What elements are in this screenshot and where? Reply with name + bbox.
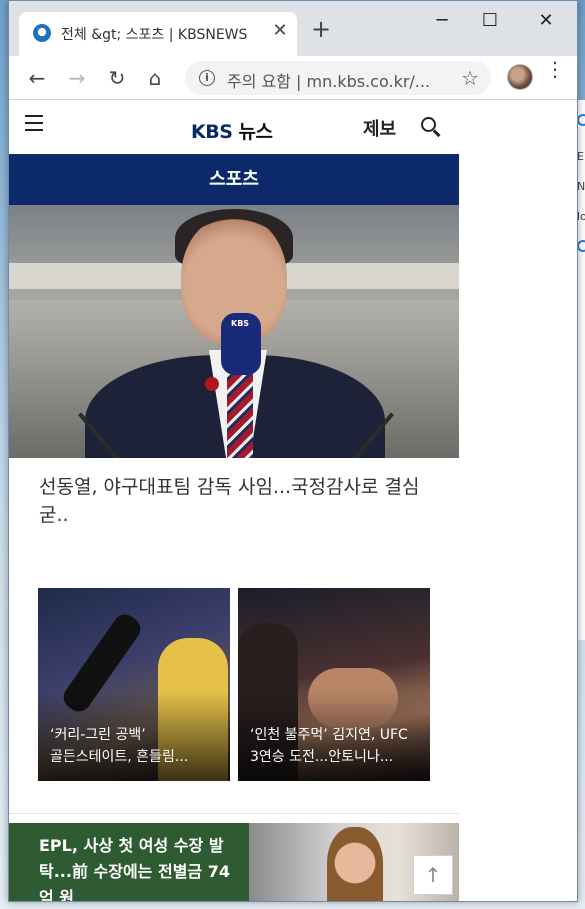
section-divider <box>9 813 459 814</box>
home-button[interactable]: ⌂ <box>141 64 169 92</box>
caption-line: 골든스테이트, 흔들림... <box>50 749 189 765</box>
tab-title: 전체 &gt; 스포츠 | KBSNEWS <box>61 27 248 43</box>
logo-kbs-text: KBS <box>191 121 233 143</box>
background-text: N <box>577 180 585 193</box>
bookmark-star-icon[interactable]: ☆ <box>461 66 479 90</box>
hero-article-image[interactable]: KBS <box>9 205 459 458</box>
logo-news-text: 뉴스 <box>238 121 273 143</box>
background-app-icon <box>577 240 585 252</box>
section-title-bar: 스포츠 <box>9 154 459 205</box>
address-bar[interactable]: i 주의 요함 | mn.kbs.co.kr/... ☆ <box>185 61 491 95</box>
tab-close-icon[interactable]: ✕ <box>269 20 291 41</box>
article-thumbnail[interactable]: ‘인천 불주먹’ 김지연, UFC 3연승 도전...안토니나... <box>238 588 430 781</box>
card-text-panel: EPL, 사상 첫 여성 수장 발탁...前 수장에는 전별금 74억 원 <box>9 823 249 902</box>
background-text: lo <box>577 210 585 223</box>
site-header: KBS 뉴스 제보 <box>9 101 459 154</box>
new-tab-button[interactable]: + <box>311 17 331 41</box>
profile-avatar[interactable] <box>507 64 533 90</box>
browser-titlebar: 전체 &gt; 스포츠 | KBSNEWS ✕ + ─ ☐ ✕ <box>9 1 577 56</box>
site-info-icon[interactable]: i <box>199 70 215 86</box>
minimize-button[interactable]: ─ <box>419 9 465 35</box>
featured-article-card[interactable]: EPL, 사상 첫 여성 수장 발탁...前 수장에는 전별금 74억 원 <box>9 823 459 902</box>
kbs-news-logo[interactable]: KBS 뉴스 <box>191 117 273 144</box>
url-text[interactable]: 주의 요함 | mn.kbs.co.kr/... <box>227 68 430 92</box>
mic-kbs-label: KBS <box>231 319 250 328</box>
background-app-icon <box>577 114 585 126</box>
caption-line: ‘인천 불주먹’ 김지연, UFC <box>250 727 408 743</box>
hero-headline[interactable]: 선동열, 야구대표팀 감독 사임...국정감사로 결심 굳.. <box>39 473 429 529</box>
browser-window: 전체 &gt; 스포츠 | KBSNEWS ✕ + ─ ☐ ✕ ← → ↻ ⌂ … <box>8 0 578 902</box>
reload-button[interactable]: ↻ <box>103 64 131 92</box>
page-viewport: KBS 뉴스 제보 스포츠 KBS 선동열, 야구대표팀 감독 사임...국정감… <box>9 101 459 902</box>
report-link[interactable]: 제보 <box>363 115 396 141</box>
close-window-button[interactable]: ✕ <box>523 9 569 35</box>
browser-toolbar: ← → ↻ ⌂ i 주의 요함 | mn.kbs.co.kr/... ☆ ⋮ <box>9 56 577 100</box>
maximize-button[interactable]: ☐ <box>467 9 513 35</box>
browser-menu-icon[interactable]: ⋮ <box>545 59 565 79</box>
forward-button[interactable]: → <box>63 64 91 92</box>
background-text: El <box>577 150 585 163</box>
thumbnail-caption: ‘인천 불주먹’ 김지연, UFC 3연승 도전...안토니나... <box>250 724 430 768</box>
card-headline: EPL, 사상 첫 여성 수장 발탁...前 수장에는 전별금 74억 원 <box>39 836 230 902</box>
scroll-to-top-button[interactable]: ↑ <box>413 855 453 895</box>
hamburger-menu-icon[interactable] <box>25 115 43 131</box>
thumbnail-caption: ‘커리-그린 공백’ 골든스테이트, 흔들림... <box>50 724 230 768</box>
back-button[interactable]: ← <box>23 64 51 92</box>
search-icon[interactable] <box>421 117 441 137</box>
caption-line: ‘커리-그린 공백’ <box>50 727 146 743</box>
kbs-favicon-icon <box>33 24 51 42</box>
caption-line: 3연승 도전...안토니나... <box>250 749 394 765</box>
article-thumbnail[interactable]: ‘커리-그린 공백’ 골든스테이트, 흔들림... <box>38 588 230 781</box>
browser-tab[interactable]: 전체 &gt; 스포츠 | KBSNEWS ✕ <box>19 12 297 56</box>
